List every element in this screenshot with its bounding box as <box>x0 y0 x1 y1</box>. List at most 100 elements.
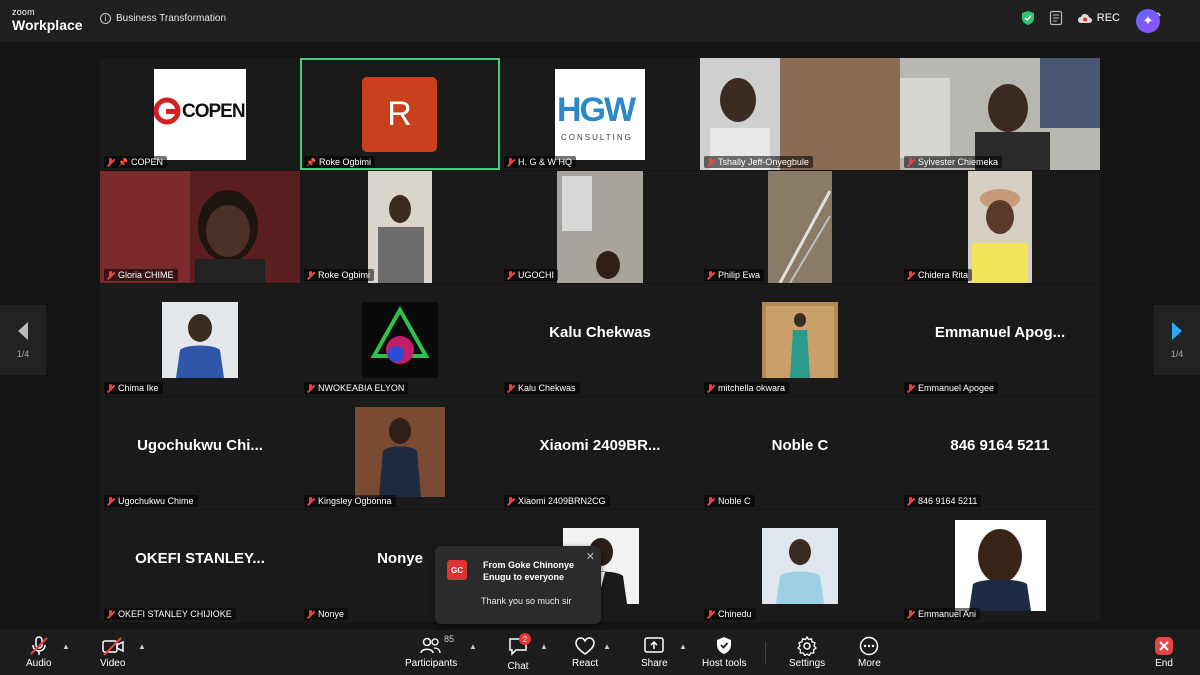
mic-muted-icon <box>306 496 315 506</box>
video-tile[interactable]: mitchella okwara <box>700 284 900 396</box>
video-tile[interactable]: NWOKEABIA ELYON <box>300 284 500 396</box>
host-tools-button[interactable]: Host tools <box>702 636 746 669</box>
close-icon[interactable]: ✕ <box>586 550 595 563</box>
audio-button[interactable]: Audio <box>26 636 52 669</box>
video-tile[interactable]: Chinedu <box>700 510 900 622</box>
participant-name: Roke Ogbimi <box>318 157 371 167</box>
participant-name: OKEFI STANLEY CHIJIOKE <box>118 609 232 619</box>
chat-label: Chat <box>507 661 529 672</box>
shield-icon <box>717 637 732 654</box>
video-tile[interactable]: Noble C Noble C <box>700 397 900 509</box>
video-tile[interactable]: Emmanuel Apog... Emmanuel Apogee <box>900 284 1100 396</box>
recording-indicator[interactable]: REC <box>1077 12 1120 24</box>
participants-icon <box>420 637 441 654</box>
mic-muted-icon <box>906 609 915 619</box>
chat-message: Thank you so much sir <box>481 596 572 606</box>
participants-label: Participants <box>405 658 458 669</box>
participant-name-tag: Xiaomi 2409BRN2CG <box>504 495 610 507</box>
participant-video <box>900 171 1100 283</box>
participant-name: H. G & W HQ <box>518 157 572 167</box>
react-button[interactable]: React <box>572 636 598 669</box>
mic-muted-icon <box>306 609 315 619</box>
participant-name-tag: Sylvester Chiemeka <box>904 156 1003 168</box>
participant-name-tag: Ugochukwu Chime <box>104 495 198 507</box>
video-tile[interactable]: Kingsley Ogbonna <box>300 397 500 509</box>
settings-button[interactable]: Settings <box>789 636 825 669</box>
video-tile[interactable]: Xiaomi 2409BR... Xiaomi 2409BRN2CG <box>500 397 700 509</box>
participant-display-name: Emmanuel Apog... <box>934 324 1066 341</box>
participant-name-tag: 846 9164 5211 <box>904 495 982 507</box>
page-indicator: 1/4 <box>1170 349 1184 359</box>
video-tile[interactable]: Chidera Rita <box>900 171 1100 283</box>
mic-muted-icon <box>506 383 515 393</box>
security-shield-icon[interactable] <box>1021 10 1035 26</box>
chat-button[interactable]: 2 Chat <box>507 633 531 672</box>
participant-name-tag: Noble C <box>704 495 755 507</box>
logo-text: HGW <box>557 91 636 129</box>
video-tile-active-speaker[interactable]: R 📌 Roke Ogbimi <box>300 58 500 170</box>
video-options-caret[interactable]: ▲ <box>138 642 146 651</box>
participant-name-tag: NWOKEABIA ELYON <box>304 382 409 394</box>
participant-video <box>100 171 300 283</box>
settings-label: Settings <box>789 658 826 669</box>
profile-photo <box>362 302 438 378</box>
participant-name: Gloria CHIME <box>118 270 174 280</box>
participant-video <box>500 171 700 283</box>
video-tile[interactable]: Gloria CHIME <box>100 171 300 283</box>
video-tile[interactable]: Ugochukwu Chi... Ugochukwu Chime <box>100 397 300 509</box>
participant-display-name: Xiaomi 2409BR... <box>539 437 661 454</box>
video-tile[interactable]: Chima Ike <box>100 284 300 396</box>
host-tools-label: Host tools <box>702 658 747 669</box>
mic-muted-icon <box>30 636 48 655</box>
pin-icon: 📌 <box>118 157 128 167</box>
participant-name: Tshally Jeff-Onyegbule <box>718 157 809 167</box>
video-tile[interactable]: HGW CONSULTING H. G & W HQ <box>500 58 700 170</box>
info-icon: i <box>100 13 111 24</box>
video-tile[interactable]: Sylvester Chiemeka <box>900 58 1100 170</box>
video-tile[interactable]: Roke Ogbimi <box>300 171 500 283</box>
company-logo: COPEN <box>154 69 246 160</box>
video-tile[interactable]: UGOCHI <box>500 171 700 283</box>
video-button[interactable]: Video <box>100 636 125 669</box>
meeting-controls: Audio ▲ Video ▲ Participants 85 ▲ 2 Chat… <box>0 630 1200 675</box>
end-meeting-button[interactable]: End <box>1153 636 1175 669</box>
next-page-button[interactable]: 1/4 <box>1154 305 1200 375</box>
more-dots-icon <box>860 636 879 656</box>
participant-video <box>900 58 1100 170</box>
chat-notification[interactable]: GC From Goke Chinonye Enugu to everyone … <box>435 546 601 624</box>
video-tile[interactable]: Philip Ewa <box>700 171 900 283</box>
react-label: React <box>572 658 599 669</box>
meeting-info-button[interactable]: i Business Transformation <box>100 13 226 24</box>
video-tile[interactable]: 846 9164 5211 846 9164 5211 <box>900 397 1100 509</box>
audio-options-caret[interactable]: ▲ <box>62 642 70 651</box>
chat-options-caret[interactable]: ▲ <box>540 642 548 651</box>
participant-name: Chinedu <box>718 609 752 619</box>
end-call-icon <box>1155 637 1173 655</box>
share-options-caret[interactable]: ▲ <box>679 642 687 651</box>
video-tile[interactable]: Kalu Chekwas Kalu Chekwas <box>500 284 700 396</box>
ai-companion-button[interactable]: ✦ <box>1136 9 1160 33</box>
video-tile[interactable]: OKEFI STANLEY... OKEFI STANLEY CHIJIOKE <box>100 510 300 622</box>
video-tile[interactable]: Tshally Jeff-Onyegbule <box>700 58 900 170</box>
participant-name-tag: mitchella okwara <box>704 382 790 394</box>
chevron-right-icon <box>1172 322 1182 340</box>
video-tile[interactable]: Emmanuel Ani <box>900 510 1100 622</box>
mic-muted-icon <box>706 383 715 393</box>
participant-name-tag: 📌 COPEN <box>104 156 167 168</box>
participant-name-tag: UGOCHI <box>504 269 558 281</box>
react-options-caret[interactable]: ▲ <box>603 642 611 651</box>
participant-video <box>700 171 900 283</box>
share-button[interactable]: Share <box>641 636 668 669</box>
participant-name-tag: 📌 Roke Ogbimi <box>304 156 375 168</box>
participant-name-tag: OKEFI STANLEY CHIJIOKE <box>104 608 236 620</box>
previous-page-button[interactable]: 1/4 <box>0 305 46 375</box>
notes-icon[interactable] <box>1049 10 1063 26</box>
mic-muted-icon <box>506 496 515 506</box>
gear-icon <box>797 636 818 656</box>
more-button[interactable]: More <box>858 636 881 669</box>
participants-options-caret[interactable]: ▲ <box>469 642 477 651</box>
participant-name: Nonye <box>318 609 345 619</box>
video-tile[interactable]: COPEN 📌 COPEN <box>100 58 300 170</box>
participant-name: Xiaomi 2409BRN2CG <box>518 496 606 506</box>
participant-name: Noble C <box>718 496 751 506</box>
